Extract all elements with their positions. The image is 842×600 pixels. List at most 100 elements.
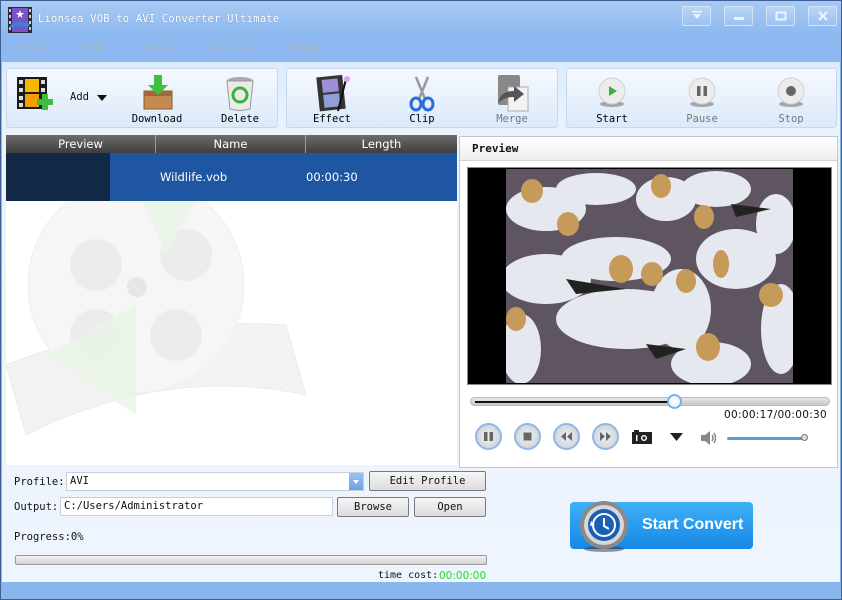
progress-label-text: Progress: bbox=[14, 531, 71, 543]
close-button[interactable] bbox=[808, 6, 837, 26]
download-label: Download bbox=[131, 113, 183, 125]
chevron-down-icon bbox=[353, 480, 359, 484]
menu-tools[interactable]: Tools bbox=[144, 41, 174, 55]
merge-label: Merge bbox=[496, 113, 528, 125]
stop-icon bbox=[523, 432, 532, 441]
column-preview[interactable]: Preview bbox=[6, 135, 156, 153]
title-bar: Lionsea VOB to AVI Converter Ultimate bbox=[1, 1, 841, 37]
preview-header: Preview bbox=[460, 137, 837, 161]
start-convert-label: Start Convert bbox=[642, 516, 744, 533]
merge-button[interactable]: Merge bbox=[477, 69, 547, 127]
profile-dropdown-button[interactable] bbox=[349, 473, 363, 490]
window-title: Lionsea VOB to AVI Converter Ultimate bbox=[38, 13, 280, 25]
fast-forward-icon bbox=[600, 432, 611, 441]
menu-file[interactable]: File bbox=[25, 41, 45, 55]
effect-label: Effect bbox=[313, 113, 351, 125]
file-thumbnail bbox=[6, 153, 110, 201]
scissors-icon bbox=[409, 76, 435, 112]
snapshot-dropdown-icon[interactable] bbox=[670, 433, 683, 441]
time-cost-label: time cost: bbox=[378, 570, 439, 581]
menu-edit[interactable]: Edit bbox=[83, 41, 106, 55]
film-effect-icon bbox=[316, 74, 350, 112]
volume-icon[interactable] bbox=[700, 430, 718, 446]
download-button[interactable]: Download bbox=[122, 69, 192, 127]
time-readout: 00:00:17/00:00:30 bbox=[724, 409, 827, 421]
list-header: Preview Name Length bbox=[6, 135, 457, 153]
skin-menu-button[interactable] bbox=[682, 6, 711, 26]
preview-panel: Preview 00:00:17/00:00:30 bbox=[459, 136, 838, 468]
progress-value: 0% bbox=[70, 531, 84, 543]
video-display[interactable] bbox=[467, 167, 832, 385]
merge-icon bbox=[498, 75, 529, 112]
menu-bar: File Edit Tools Actions Help bbox=[1, 37, 841, 61]
main-area: Add Download Delete Effect Clip Merge St… bbox=[2, 62, 840, 582]
seek-slider[interactable] bbox=[470, 394, 830, 409]
column-length[interactable]: Length bbox=[306, 135, 457, 153]
menu-actions[interactable]: Actions bbox=[211, 41, 255, 55]
stop-button[interactable]: Stop bbox=[756, 69, 826, 127]
file-list: Preview Name Length Wildlife.vob 00:00:3… bbox=[6, 135, 457, 465]
file-name: Wildlife.vob bbox=[160, 170, 228, 184]
toolbar-edit-group: Effect Clip Merge bbox=[286, 68, 558, 128]
rewind-icon bbox=[561, 432, 572, 441]
player-stop-button[interactable] bbox=[514, 423, 541, 450]
time-cost-value: 00:00:00 bbox=[439, 570, 487, 582]
browse-button[interactable]: Browse bbox=[337, 497, 409, 517]
snapshot-camera-icon[interactable] bbox=[632, 430, 652, 444]
pause-icon bbox=[484, 432, 493, 441]
seek-progress bbox=[475, 401, 675, 403]
effect-button[interactable]: Effect bbox=[297, 69, 367, 127]
player-rewind-button[interactable] bbox=[553, 423, 580, 450]
conversion-progress-bar bbox=[15, 555, 487, 565]
player-forward-button[interactable] bbox=[592, 423, 619, 450]
column-name[interactable]: Name bbox=[156, 135, 306, 153]
toolbar-convert-group: Start Pause Stop bbox=[566, 68, 837, 128]
app-window: Lionsea VOB to AVI Converter Ultimate Fi… bbox=[0, 0, 842, 600]
progress-label: Progress:0% bbox=[14, 531, 84, 543]
clip-label: Clip bbox=[409, 113, 435, 125]
toolbar-file-group: Add Download Delete bbox=[6, 68, 278, 128]
profile-label: Profile: bbox=[14, 476, 65, 488]
menu-help[interactable]: Help bbox=[291, 41, 318, 55]
maximize-button[interactable] bbox=[766, 6, 795, 26]
pause-icon bbox=[688, 77, 716, 107]
stop-label: Stop bbox=[778, 113, 804, 125]
add-dropdown-arrow-icon[interactable] bbox=[97, 95, 107, 101]
maximize-icon bbox=[775, 11, 786, 21]
close-icon bbox=[817, 11, 828, 21]
video-frame-image bbox=[506, 169, 793, 383]
profile-value: AVI bbox=[70, 475, 89, 487]
open-folder-button[interactable]: Open bbox=[414, 497, 486, 517]
edit-profile-button[interactable]: Edit Profile bbox=[369, 471, 486, 491]
output-path-input[interactable]: C:/Users/Administrator bbox=[60, 497, 333, 516]
seek-handle[interactable] bbox=[666, 394, 682, 409]
delete-label: Delete bbox=[221, 113, 259, 125]
stop-icon bbox=[777, 77, 805, 107]
start-button[interactable]: Start bbox=[577, 69, 647, 127]
download-box-icon bbox=[143, 75, 173, 110]
start-convert-button[interactable]: Start Convert bbox=[570, 501, 753, 552]
player-pause-button[interactable] bbox=[475, 423, 502, 450]
add-label: Add bbox=[70, 91, 89, 103]
delete-button[interactable]: Delete bbox=[207, 69, 273, 127]
file-length: 00:00:30 bbox=[306, 170, 358, 184]
pause-button[interactable]: Pause bbox=[667, 69, 737, 127]
pause-label: Pause bbox=[686, 113, 718, 125]
app-logo-icon bbox=[8, 7, 32, 33]
volume-handle[interactable] bbox=[801, 434, 808, 441]
minimize-button[interactable] bbox=[724, 6, 753, 26]
file-row[interactable]: Wildlife.vob 00:00:30 bbox=[6, 153, 457, 201]
status-bar bbox=[2, 582, 840, 599]
film-add-icon bbox=[17, 77, 53, 110]
minimize-icon bbox=[733, 17, 744, 20]
preview-title: Preview bbox=[472, 142, 519, 155]
dropdown-menu-icon bbox=[691, 11, 702, 19]
output-label: Output: bbox=[14, 501, 59, 513]
profile-select[interactable]: AVI bbox=[66, 472, 364, 491]
clip-button[interactable]: Clip bbox=[387, 69, 457, 127]
start-label: Start bbox=[596, 113, 628, 125]
add-button[interactable]: Add bbox=[7, 69, 117, 127]
play-icon bbox=[598, 77, 626, 107]
volume-slider[interactable] bbox=[727, 437, 805, 440]
film-reel-watermark-icon bbox=[6, 195, 307, 436]
